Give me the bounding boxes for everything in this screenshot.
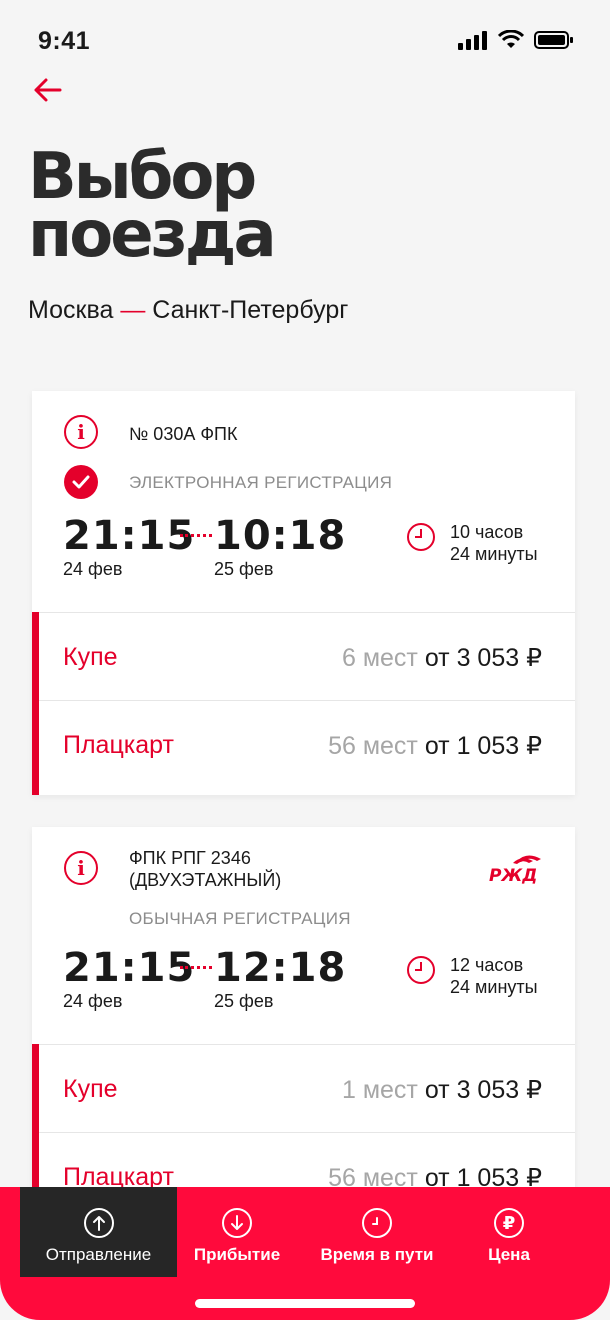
registration-type: ЭЛЕКТРОННАЯ РЕГИСТРАЦИЯ — [129, 473, 393, 492]
check-icon — [64, 465, 98, 499]
fare-seats: 56 мест — [328, 732, 418, 760]
fare-row-kupe[interactable]: Купе 1 мест от 3 053 ₽ — [32, 1044, 575, 1132]
info-icon[interactable]: i — [64, 415, 98, 449]
svg-text:РЖД: РЖД — [489, 866, 537, 885]
departure-date: 24 фев — [63, 559, 123, 579]
arrival-date: 25 фев — [214, 991, 274, 1011]
tab-arrival[interactable]: Прибытие — [177, 1187, 297, 1277]
route-from: Москва — [28, 296, 114, 324]
clock-icon — [362, 1208, 392, 1238]
duration-minutes: 24 минуты — [450, 544, 538, 564]
departure-time: 21:15 — [63, 513, 196, 559]
ruble-icon: ₽ — [494, 1208, 524, 1238]
page-title: Выбор поезда — [28, 140, 277, 272]
tab-label: Прибытие — [193, 1245, 281, 1264]
route-dash: — — [120, 296, 146, 324]
fare-row-kupe[interactable]: Купе 6 мест от 3 053 ₽ — [32, 612, 575, 700]
clock-icon — [407, 523, 435, 551]
train-name: № 030А ФПК — [129, 424, 238, 444]
fare-cost: от 3 053 ₽ — [424, 644, 542, 672]
fare-name: Плацкарт — [63, 731, 174, 759]
route-to: Санкт-Петербург — [152, 296, 349, 324]
status-time: 9:41 — [38, 27, 91, 55]
departure-time: 21:15 — [63, 945, 196, 991]
status-icons — [458, 30, 574, 50]
fare-accent-bar — [32, 612, 39, 795]
train-card[interactable]: i № 030А ФПК ЭЛЕКТРОННАЯ РЕГИСТРАЦИЯ 21:… — [32, 391, 575, 795]
train-name: ФПК РПГ 2346 (ДВУХЭТАЖНЫЙ) — [129, 848, 282, 890]
tab-travel-time[interactable]: Время в пути — [307, 1187, 447, 1277]
registration-type: ОБЫЧНАЯ РЕГИСТРАЦИЯ — [129, 909, 351, 928]
tab-label: Время в пути — [320, 1245, 434, 1264]
travel-duration: 12 часов 24 минуты — [450, 954, 538, 998]
clock-icon — [407, 956, 435, 984]
fare-price: 6 мест от 3 053 ₽ — [342, 643, 542, 673]
fare-name: Купе — [63, 1075, 118, 1103]
fare-cost: от 1 053 ₽ — [424, 732, 542, 760]
arrival-time: 10:18 — [214, 513, 347, 559]
route-dots — [180, 966, 212, 970]
train-card[interactable]: i ФПК РПГ 2346 (ДВУХЭТАЖНЫЙ) РЖД ОБЫЧНАЯ… — [32, 827, 575, 1227]
wifi-icon — [498, 30, 524, 48]
arrow-left-icon — [34, 78, 62, 102]
fare-seats: 1 мест — [341, 1076, 418, 1104]
duration-hours: 12 часов — [450, 955, 524, 975]
tab-label: Цена — [488, 1245, 530, 1264]
arrow-up-circle-icon — [83, 1208, 114, 1238]
home-indicator — [195, 1299, 415, 1308]
arrival-date: 25 фев — [214, 559, 274, 579]
fare-cost: от 3 053 ₽ — [424, 1076, 542, 1104]
fare-row-platskart[interactable]: Плацкарт 56 мест от 1 053 ₽ — [32, 700, 575, 788]
fare-price: 1 мест от 3 053 ₽ — [342, 1075, 542, 1105]
fare-name: Купе — [63, 643, 118, 671]
duration-hours: 10 часов — [450, 522, 524, 542]
status-bar: 9:41 — [0, 0, 610, 80]
cellular-signal-icon — [458, 31, 487, 50]
tab-price[interactable]: ₽ Цена — [459, 1187, 559, 1277]
fare-seats: 6 мест — [341, 644, 418, 672]
travel-duration: 10 часов 24 минуты — [450, 521, 538, 565]
arrow-down-circle-icon — [222, 1208, 252, 1238]
tab-departure[interactable]: Отправление — [20, 1187, 177, 1277]
info-icon[interactable]: i — [64, 851, 98, 885]
departure-date: 24 фев — [63, 991, 123, 1011]
fare-price: 56 мест от 1 053 ₽ — [328, 731, 542, 761]
duration-minutes: 24 минуты — [450, 977, 538, 997]
route-dots — [180, 534, 212, 538]
arrival-time: 12:18 — [214, 945, 347, 991]
battery-icon — [534, 31, 573, 49]
rzd-logo: РЖД — [487, 851, 543, 890]
tab-label: Отправление — [45, 1245, 152, 1264]
back-button[interactable] — [30, 72, 66, 108]
route: Москва — Санкт-Петербург — [28, 296, 348, 325]
